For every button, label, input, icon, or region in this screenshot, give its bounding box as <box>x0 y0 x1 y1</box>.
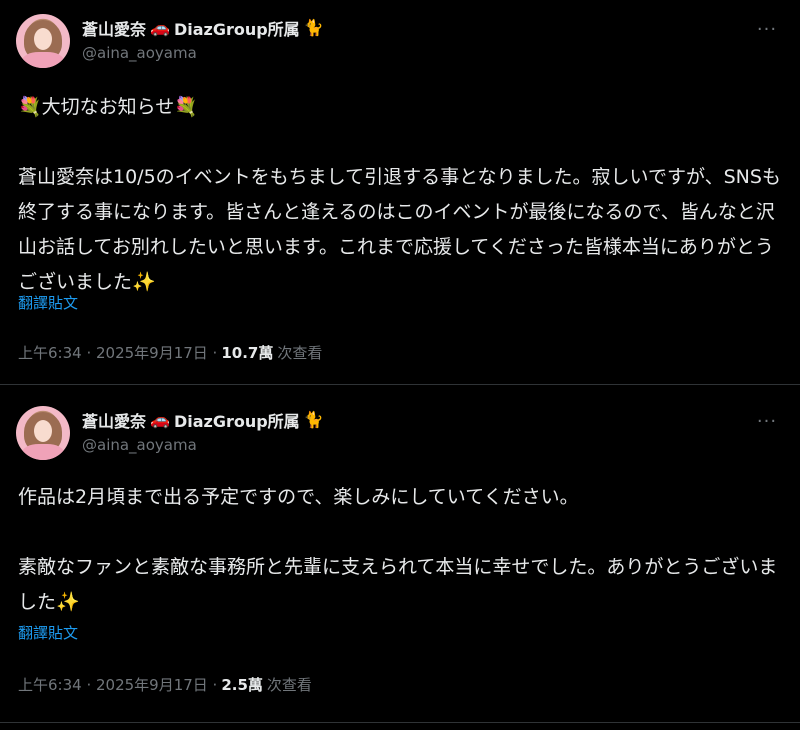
tweet-meta: 上午6:34 · 2025年9月17日 · 10.7萬 次查看 <box>18 342 322 363</box>
views-label: 次查看 <box>277 344 323 362</box>
view-count: 10.7萬 <box>221 344 274 362</box>
author-name[interactable]: 蒼山愛奈 <box>82 408 146 432</box>
author-handle[interactable]: @aina_aoyama <box>82 44 197 62</box>
car-emoji-icon: 🚗 <box>150 410 170 429</box>
tweet-timestamp[interactable]: 上午6:34 · 2025年9月17日 · <box>18 342 217 363</box>
author-name[interactable]: 蒼山愛奈 <box>82 16 146 40</box>
tweet[interactable]: 蒼山愛奈 🚗 DiazGroup所属 🐈 @aina_aoyama ··· 作品… <box>0 392 800 730</box>
more-options-icon[interactable]: ··· <box>756 410 778 432</box>
tweet-timestamp[interactable]: 上午6:34 · 2025年9月17日 · <box>18 674 217 695</box>
author-affiliation[interactable]: DiazGroup所属 <box>174 16 300 40</box>
author-name-row[interactable]: 蒼山愛奈 🚗 DiazGroup所属 🐈 <box>82 16 324 40</box>
divider <box>0 722 800 723</box>
translate-post-link[interactable]: 翻譯貼文 <box>18 292 78 313</box>
more-options-icon[interactable]: ··· <box>756 18 778 40</box>
translate-post-link[interactable]: 翻譯貼文 <box>18 622 78 643</box>
cat-emoji-icon: 🐈 <box>303 410 324 429</box>
avatar[interactable] <box>16 406 70 460</box>
tweet-text: 作品は2月頃まで出る予定ですので、楽しみにしていてください。 素敵なファンと素敵… <box>18 486 778 613</box>
cat-emoji-icon: 🐈 <box>303 18 324 37</box>
tweet[interactable]: 蒼山愛奈 🚗 DiazGroup所属 🐈 @aina_aoyama ··· 💐大… <box>0 0 800 380</box>
author-affiliation[interactable]: DiazGroup所属 <box>174 408 300 432</box>
author-handle[interactable]: @aina_aoyama <box>82 436 197 454</box>
tweet-text: 💐大切なお知らせ💐 蒼山愛奈は10/5のイベントをもちまして引退する事となりまし… <box>18 96 781 293</box>
avatar[interactable] <box>16 14 70 68</box>
divider <box>0 384 800 385</box>
car-emoji-icon: 🚗 <box>150 18 170 37</box>
views-label: 次查看 <box>266 676 312 694</box>
author-name-row[interactable]: 蒼山愛奈 🚗 DiazGroup所属 🐈 <box>82 408 324 432</box>
view-count: 2.5萬 <box>221 676 263 694</box>
tweet-meta: 上午6:34 · 2025年9月17日 · 2.5萬 次查看 <box>18 674 312 695</box>
